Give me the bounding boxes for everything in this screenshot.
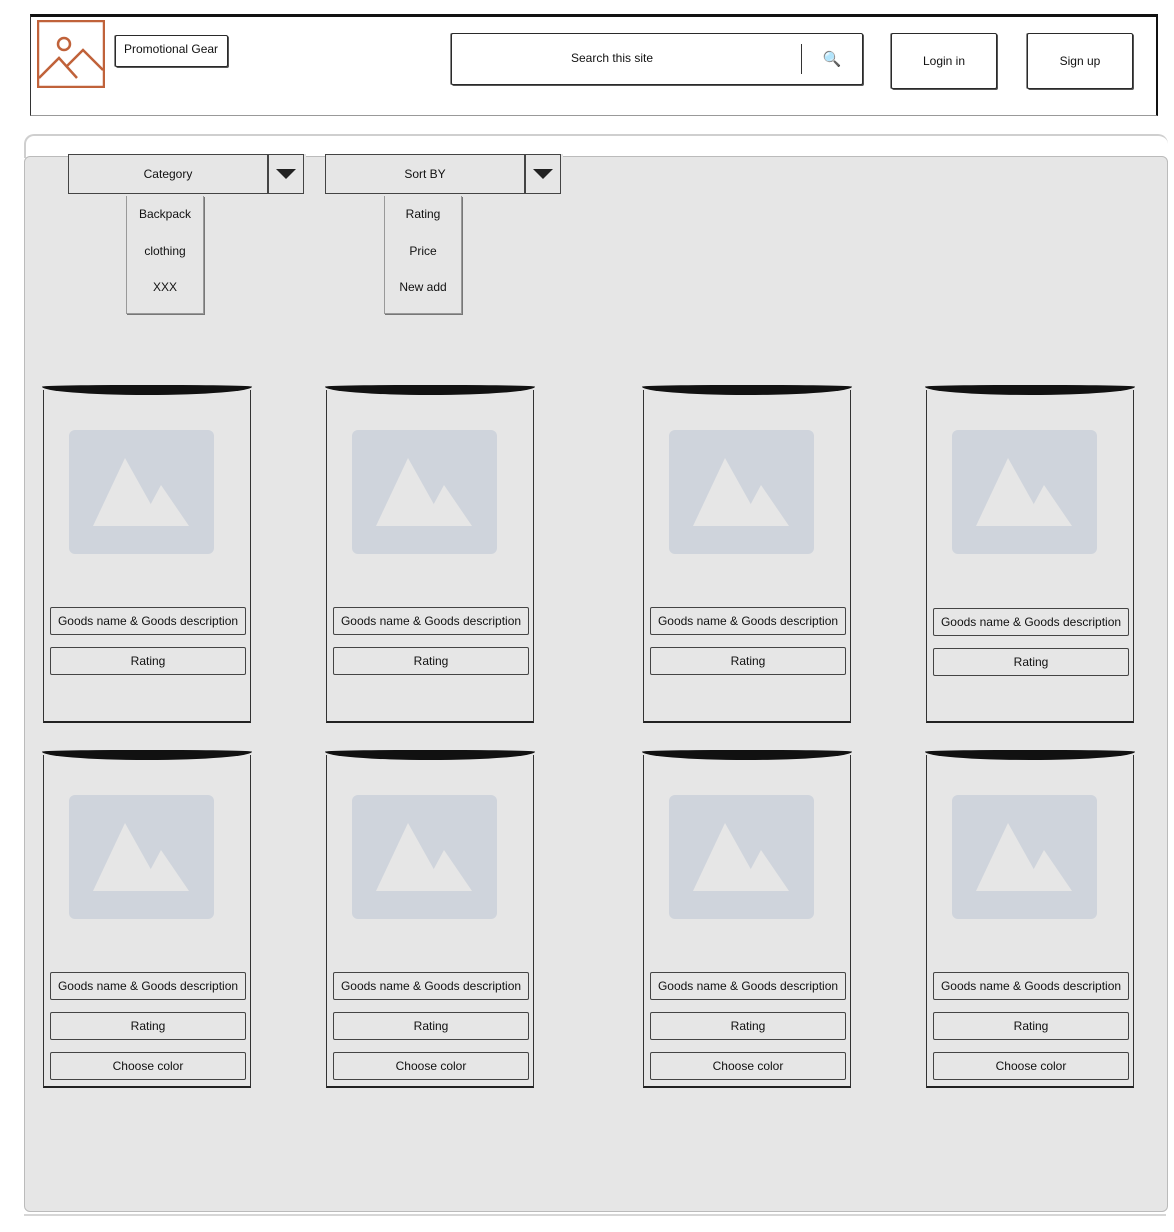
product-name[interactable]: Goods name & Goods description — [333, 607, 529, 635]
product-name[interactable]: Goods name & Goods description — [333, 972, 529, 1000]
card-top-edge — [325, 750, 535, 760]
category-dropdown-label[interactable]: Category — [68, 154, 268, 194]
product-card[interactable]: Goods name & Goods description Rating Ch… — [42, 750, 252, 1088]
product-rating: Rating — [650, 647, 846, 675]
category-dropdown-toggle[interactable] — [268, 154, 304, 194]
product-image-icon[interactable] — [952, 795, 1097, 919]
footer-divider — [24, 1214, 1166, 1224]
product-rating: Rating — [333, 1012, 529, 1040]
category-option-xxx[interactable]: XXX — [127, 269, 203, 306]
choose-color-button[interactable]: Choose color — [650, 1052, 846, 1080]
card-top-edge — [925, 750, 1135, 760]
sort-option-new-add[interactable]: New add — [385, 269, 461, 306]
product-card[interactable]: Goods name & Goods description Rating — [325, 385, 535, 723]
chevron-down-icon — [533, 169, 553, 179]
card-top-edge — [42, 750, 252, 760]
search-icon: 🔍 — [822, 51, 842, 68]
sort-dropdown-toggle[interactable] — [525, 154, 561, 194]
login-button[interactable]: Login in — [891, 33, 997, 89]
sort-option-rating[interactable]: Rating — [385, 196, 461, 233]
signup-button[interactable]: Sign up — [1027, 33, 1133, 89]
product-image-icon[interactable] — [669, 430, 814, 554]
card-top-edge — [642, 385, 852, 395]
product-rating: Rating — [50, 1012, 246, 1040]
card-top-edge — [325, 385, 535, 395]
product-image-icon[interactable] — [952, 430, 1097, 554]
search-button[interactable]: 🔍 — [801, 44, 862, 74]
card-top-edge — [42, 385, 252, 395]
site-header: Promotional Gear Search this site 🔍 Logi… — [30, 14, 1158, 116]
product-card[interactable]: Goods name & Goods description Rating — [42, 385, 252, 723]
product-name[interactable]: Goods name & Goods description — [50, 607, 246, 635]
choose-color-button[interactable]: Choose color — [933, 1052, 1129, 1080]
product-rating: Rating — [333, 647, 529, 675]
search-box[interactable]: Search this site 🔍 — [451, 33, 863, 85]
product-image-icon[interactable] — [69, 795, 214, 919]
product-image-icon[interactable] — [69, 430, 214, 554]
product-name[interactable]: Goods name & Goods description — [933, 972, 1129, 1000]
product-card[interactable]: Goods name & Goods description Rating Ch… — [925, 750, 1135, 1088]
product-image-icon[interactable] — [352, 795, 497, 919]
category-option-backpack[interactable]: Backpack — [127, 196, 203, 233]
product-name[interactable]: Goods name & Goods description — [650, 972, 846, 1000]
category-dropdown[interactable]: Category — [68, 154, 306, 194]
product-rating: Rating — [650, 1012, 846, 1040]
category-option-clothing[interactable]: clothing — [127, 233, 203, 270]
logo-image-icon[interactable] — [36, 19, 106, 89]
sort-option-price[interactable]: Price — [385, 233, 461, 270]
product-rating: Rating — [933, 1012, 1129, 1040]
product-card[interactable]: Goods name & Goods description Rating Ch… — [325, 750, 535, 1088]
category-menu: Backpack clothing XXX — [126, 196, 204, 314]
choose-color-button[interactable]: Choose color — [50, 1052, 246, 1080]
sort-dropdown[interactable]: Sort BY — [325, 154, 563, 194]
brand-name: Promotional Gear — [115, 35, 228, 67]
product-image-icon[interactable] — [669, 795, 814, 919]
choose-color-button[interactable]: Choose color — [333, 1052, 529, 1080]
product-name[interactable]: Goods name & Goods description — [50, 972, 246, 1000]
product-name[interactable]: Goods name & Goods description — [933, 608, 1129, 636]
card-top-edge — [925, 385, 1135, 395]
card-top-edge — [642, 750, 852, 760]
product-card[interactable]: Goods name & Goods description Rating — [642, 385, 852, 723]
product-image-icon[interactable] — [352, 430, 497, 554]
product-card[interactable]: Goods name & Goods description Rating — [925, 385, 1135, 723]
sort-dropdown-label[interactable]: Sort BY — [325, 154, 525, 194]
sort-menu: Rating Price New add — [384, 196, 462, 314]
product-rating: Rating — [933, 648, 1129, 676]
search-input[interactable]: Search this site — [452, 51, 772, 65]
chevron-down-icon — [276, 169, 296, 179]
product-name[interactable]: Goods name & Goods description — [650, 607, 846, 635]
product-card[interactable]: Goods name & Goods description Rating Ch… — [642, 750, 852, 1088]
product-rating: Rating — [50, 647, 246, 675]
